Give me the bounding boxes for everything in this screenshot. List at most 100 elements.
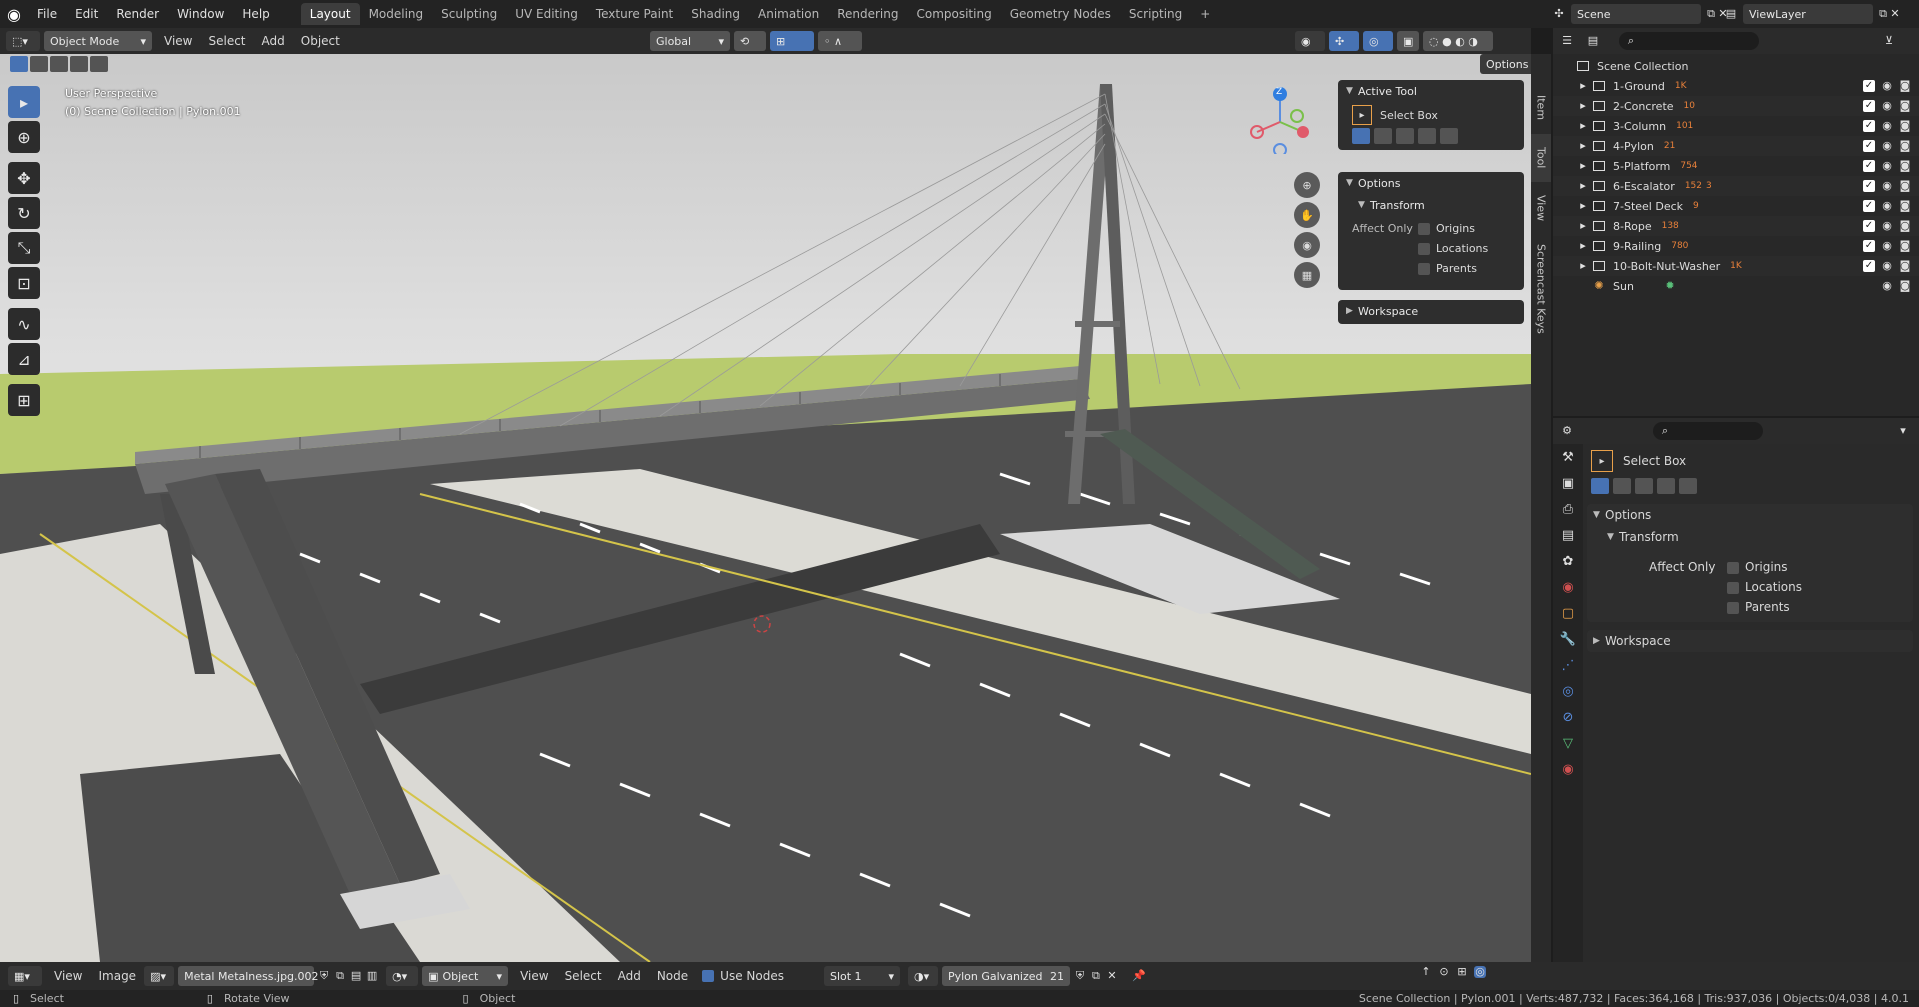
properties-origins-checkbox[interactable]: Origins — [1727, 560, 1788, 574]
camera-render-icon[interactable]: ◙ — [1899, 240, 1911, 252]
mode-extend-button[interactable] — [1374, 128, 1392, 144]
menu-object[interactable]: Object — [293, 34, 348, 48]
camera-render-icon[interactable]: ◙ — [1899, 200, 1911, 212]
camera-render-icon[interactable]: ◙ — [1899, 140, 1911, 152]
new-image-icon[interactable]: ⧉ — [334, 970, 346, 982]
exclude-checkbox[interactable]: ✓ — [1863, 260, 1875, 272]
overlay-button[interactable]: ◎ — [1363, 31, 1393, 51]
image-menu-image[interactable]: Image — [90, 969, 144, 983]
props-mode-subtract-button[interactable] — [1635, 478, 1653, 494]
expand-arrow-icon[interactable]: ▸ — [1577, 240, 1589, 252]
delete-view-layer-icon[interactable]: ✕ — [1889, 8, 1901, 20]
menu-file[interactable]: File — [28, 0, 66, 28]
open-image-icon[interactable]: ▤ — [350, 970, 362, 982]
exclude-checkbox[interactable]: ✓ — [1863, 160, 1875, 172]
select-invert-button[interactable] — [70, 56, 88, 72]
perspective-toggle-icon[interactable]: ▦ — [1294, 262, 1320, 288]
origins-checkbox[interactable]: Origins — [1418, 222, 1475, 235]
props-mode-new-button[interactable] — [1591, 478, 1609, 494]
eye-icon[interactable]: ◉ — [1881, 160, 1893, 172]
exclude-checkbox[interactable]: ✓ — [1863, 80, 1875, 92]
outliner-row[interactable]: ▸ 9-Railing 780 ✓ ◉ ◙ — [1553, 236, 1919, 256]
expand-arrow-icon[interactable]: ▸ — [1577, 120, 1589, 132]
node-menu-add[interactable]: Add — [610, 969, 649, 983]
proportional-edit-button[interactable]: ◦ ∧ — [818, 31, 862, 51]
chevron-down-icon[interactable]: ▾ — [1897, 425, 1909, 437]
view-layer-selector[interactable]: ViewLayer — [1743, 4, 1873, 24]
mode-new-button[interactable] — [1352, 128, 1370, 144]
expand-arrow-icon[interactable]: ▸ — [1577, 80, 1589, 92]
select-new-button[interactable] — [10, 56, 28, 72]
image-name-field[interactable]: Metal Metalness.jpg.002 — [178, 966, 319, 986]
add-workspace-button[interactable]: + — [1191, 3, 1219, 25]
new-view-layer-icon[interactable]: ⧉ — [1877, 8, 1889, 20]
expand-arrow-icon[interactable]: ▸ — [1577, 260, 1589, 272]
exclude-checkbox[interactable]: ✓ — [1863, 120, 1875, 132]
parents-checkbox[interactable]: Parents — [1418, 262, 1477, 275]
outliner-row[interactable]: ▸ 5-Platform 754 ✓ ◉ ◙ — [1553, 156, 1919, 176]
outliner-row[interactable]: ▸ 10-Bolt-Nut-Washer 1K ✓ ◉ ◙ — [1553, 256, 1919, 276]
menu-render[interactable]: Render — [107, 0, 168, 28]
filter-icon[interactable]: ⊻ — [1883, 35, 1895, 47]
transform-header[interactable]: ▼ Transform — [1338, 194, 1524, 216]
eye-icon[interactable]: ◉ — [1881, 120, 1893, 132]
expand-arrow-icon[interactable]: ▸ — [1577, 160, 1589, 172]
tab-item[interactable]: Item — [1531, 84, 1551, 132]
camera-render-icon[interactable]: ◙ — [1899, 120, 1911, 132]
menu-window[interactable]: Window — [168, 0, 233, 28]
properties-search-input[interactable]: ⌕ — [1653, 422, 1763, 440]
mode-subtract-button[interactable] — [1396, 128, 1414, 144]
camera-render-icon[interactable]: ◙ — [1899, 100, 1911, 112]
eye-icon[interactable]: ◉ — [1881, 240, 1893, 252]
material-fake-user-icon[interactable]: ⛨ — [1074, 970, 1086, 982]
output-tab-icon[interactable]: ⎙ — [1553, 496, 1583, 522]
exclude-checkbox[interactable]: ✓ — [1863, 220, 1875, 232]
delete-material-icon[interactable]: ✕ — [1106, 970, 1118, 982]
select-subtract-button[interactable] — [50, 56, 68, 72]
eye-icon[interactable]: ◉ — [1881, 140, 1893, 152]
properties-workspace-panel[interactable]: ▶ Workspace — [1587, 630, 1913, 652]
menu-view[interactable]: View — [156, 34, 200, 48]
parent-node-tree-icon[interactable]: ↑ — [1420, 966, 1432, 978]
snap-target-icon[interactable]: ⊞ — [1456, 966, 1468, 978]
menu-add[interactable]: Add — [254, 34, 293, 48]
fake-user-icon[interactable]: ⛨ — [318, 970, 330, 982]
editor-type-button[interactable]: ⬚▾ — [6, 31, 40, 51]
mode-invert-button[interactable] — [1418, 128, 1436, 144]
tab-view[interactable]: View — [1531, 184, 1551, 232]
tab-rendering[interactable]: Rendering — [828, 3, 907, 25]
tab-scripting[interactable]: Scripting — [1120, 3, 1191, 25]
expand-arrow-icon[interactable]: ▸ — [1577, 100, 1589, 112]
tab-screencast-keys[interactable]: Screencast Keys — [1531, 234, 1551, 344]
cursor-tool[interactable]: ⊕ — [8, 121, 40, 153]
scene-collection-row[interactable]: Scene Collection — [1553, 56, 1919, 76]
eye-icon[interactable]: ◉ — [1881, 80, 1893, 92]
outliner-row[interactable]: ▸ 6-Escalator 152 3 ✓ ◉ ◙ — [1553, 176, 1919, 196]
snapping-icon[interactable]: ⊙ — [1438, 966, 1450, 978]
tab-shading[interactable]: Shading — [682, 3, 749, 25]
material-name-field[interactable]: Pylon Galvanized 21 — [941, 966, 1070, 986]
menu-help[interactable]: Help — [233, 0, 278, 28]
tab-animation[interactable]: Animation — [749, 3, 828, 25]
node-editor-type-button[interactable]: ◔▾ — [386, 966, 419, 986]
3d-viewport[interactable]: User Perspective (0) Scene Collection | … — [0, 54, 1531, 962]
camera-render-icon[interactable]: ◙ — [1899, 180, 1911, 192]
outliner-row[interactable]: ▸ 7-Steel Deck 9 ✓ ◉ ◙ — [1553, 196, 1919, 216]
mode-selector[interactable]: Object Mode ▾ — [44, 31, 152, 51]
use-nodes-checkbox[interactable]: Use Nodes — [702, 969, 784, 983]
workspace-panel[interactable]: ▶ Workspace — [1338, 300, 1524, 324]
view-layer-tab-icon[interactable]: ▤ — [1553, 522, 1583, 548]
particles-tab-icon[interactable]: ⋰ — [1553, 652, 1583, 678]
physics-tab-icon[interactable]: ◎ — [1553, 678, 1583, 704]
camera-icon[interactable]: ◉ — [1294, 232, 1320, 258]
pin-icon[interactable]: 📌 — [1132, 970, 1146, 982]
image-menu-view[interactable]: View — [46, 969, 90, 983]
locations-checkbox[interactable]: Locations — [1418, 242, 1488, 255]
slot-selector[interactable]: Slot 1 ▾ — [823, 966, 900, 986]
scene-tab-icon[interactable]: ✿ — [1553, 548, 1583, 574]
display-mode-icon[interactable]: ▤ — [1587, 35, 1599, 47]
orientation-selector[interactable]: Global ▾ — [650, 31, 730, 51]
options-header[interactable]: ▼ Options — [1338, 172, 1524, 194]
navigation-gizmo[interactable]: Z — [1245, 84, 1315, 157]
exclude-checkbox[interactable]: ✓ — [1863, 100, 1875, 112]
